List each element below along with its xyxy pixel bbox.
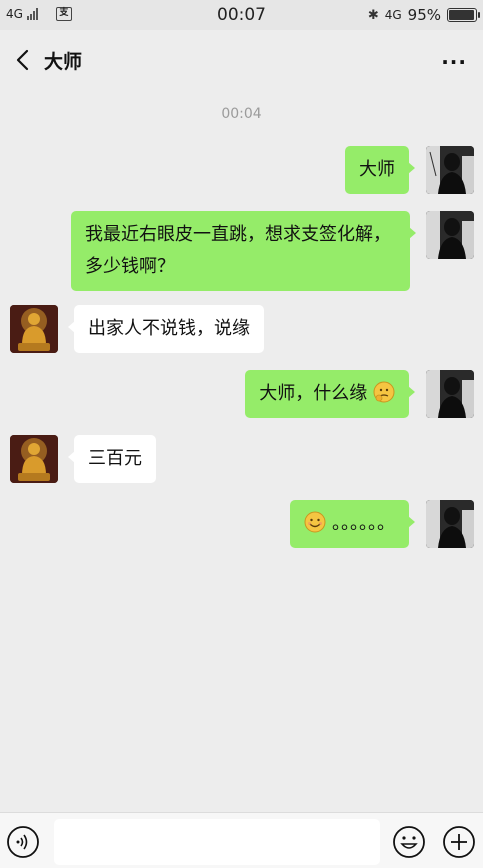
battery-percent: 95% [407, 6, 441, 24]
message-text: 我最近右眼皮一直跳，想求支签化解，多少钱啊？ [85, 224, 391, 277]
chat-timestamp: 00:04 [221, 106, 262, 122]
chat-header: 大师 ··· [0, 30, 483, 90]
buddha-avatar-image [10, 435, 58, 483]
input-bar [0, 812, 483, 868]
status-right: ✱ 4G 95% [367, 6, 480, 24]
master-avatar[interactable] [10, 305, 58, 353]
bluetooth-icon: ✱ [367, 7, 379, 23]
master-avatar[interactable] [10, 435, 58, 483]
thinking-face-emoji [373, 381, 395, 403]
voice-button[interactable] [6, 825, 40, 859]
plus-icon [443, 826, 475, 858]
message-input[interactable] [54, 819, 380, 865]
message-text: 三百元 [88, 448, 142, 469]
my-avatar[interactable] [426, 211, 474, 259]
message-bubble[interactable]: 出家人不说钱，说缘 [68, 305, 264, 353]
battery-icon [447, 8, 480, 22]
avatar-image [426, 211, 474, 259]
avatar-image [426, 500, 474, 548]
voice-icon [7, 826, 39, 858]
message-bubble[interactable]: 三百元 [68, 435, 156, 483]
buddha-avatar-image [10, 305, 58, 353]
back-button[interactable] [12, 48, 34, 72]
my-avatar[interactable] [426, 500, 474, 548]
avatar-image [426, 370, 474, 418]
more-button[interactable]: ··· [441, 50, 467, 74]
chevron-left-icon [16, 49, 29, 71]
message-bubble[interactable]: 我最近右眼皮一直跳，想求支签化解，多少钱啊？ [71, 211, 416, 291]
smile-emoji [304, 511, 326, 533]
network-label-right: 4G [384, 8, 402, 22]
my-avatar[interactable] [426, 146, 474, 194]
chat-title: 大师 [44, 51, 83, 73]
message-bubble[interactable]: 大师 [345, 146, 415, 194]
message-bubble[interactable]: 大师，什么缘 [245, 370, 415, 418]
status-bar: 4G 支 00:07 ✱ 4G 95% [0, 0, 483, 30]
emoji-button[interactable] [392, 825, 426, 859]
message-text: 。。。。。。 [332, 513, 395, 534]
message-text: 大师 [359, 159, 395, 180]
emoji-icon [393, 826, 425, 858]
battery-fill [449, 10, 474, 20]
my-avatar[interactable] [426, 370, 474, 418]
message-text: 大师，什么缘 [259, 383, 368, 404]
avatar-image [426, 146, 474, 194]
message-bubble[interactable]: 。。。。。。 [290, 500, 415, 548]
plus-button[interactable] [442, 825, 476, 859]
message-text: 出家人不说钱，说缘 [88, 318, 250, 339]
